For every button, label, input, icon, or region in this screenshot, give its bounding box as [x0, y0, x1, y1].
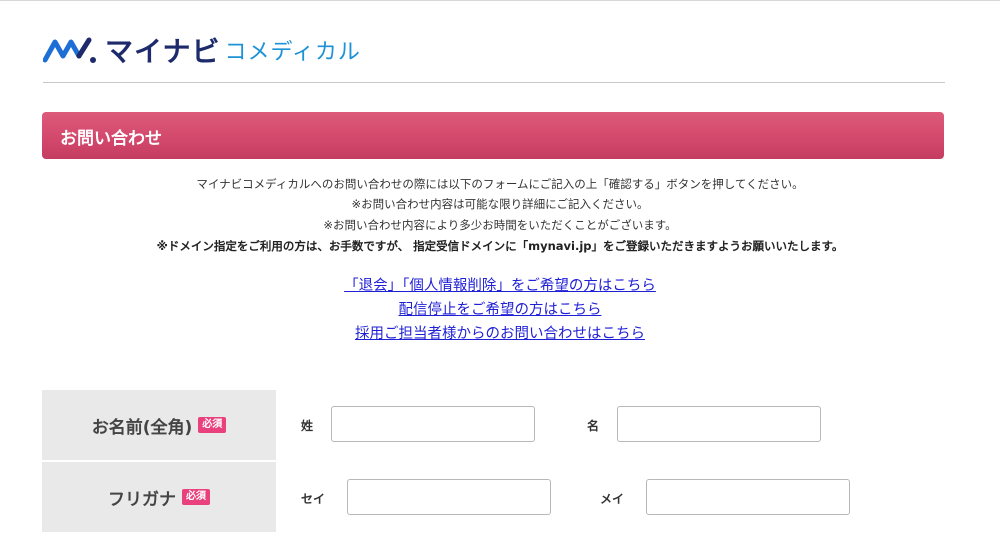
link-row-withdraw: 「退会」「個人情報削除」をご希望の方はこちら	[0, 276, 1000, 296]
site-header: マイナビ コメディカル	[43, 28, 945, 83]
page-title-banner: お問い合わせ	[42, 112, 944, 159]
recruiter-inquiry-link[interactable]: 採用ご担当者様からのお問い合わせはこちら	[355, 326, 645, 342]
withdraw-link[interactable]: 「退会」「個人情報削除」をご希望の方はこちら	[344, 278, 656, 294]
intro-line-3: ※お問い合わせ内容により多少お時間をいただくことがございます。	[323, 218, 677, 232]
top-rule	[0, 0, 1000, 1]
form-row-name: お名前(全角) 必須 姓 名	[42, 390, 962, 460]
intro-domain-notice: ※ドメイン指定をご利用の方は、お手数ですが、 指定受信ドメインに「mynavi.…	[156, 239, 844, 253]
mei-label: 名	[587, 419, 600, 433]
first-name-input[interactable]	[617, 406, 821, 442]
sei-label: 姓	[301, 419, 314, 433]
last-name-input[interactable]	[331, 406, 535, 442]
logo-sub-text: コメディカル	[224, 40, 361, 65]
page-title: お問い合わせ	[60, 129, 162, 149]
form-row-kana: フリガナ 必須 セイ メイ	[42, 462, 962, 532]
mynavi-logo-mark-icon	[43, 37, 96, 63]
unsubscribe-link[interactable]: 配信停止をご希望の方はこちら	[399, 302, 602, 318]
kana-label-text: フリガナ	[108, 489, 176, 510]
logo[interactable]: マイナビ コメディカル	[43, 30, 361, 70]
sei-kana-label: セイ	[301, 492, 326, 506]
required-badge: 必須	[182, 489, 210, 505]
link-row-unsubscribe: 配信停止をご希望の方はこちら	[0, 300, 1000, 320]
first-name-kana-input[interactable]	[646, 479, 850, 515]
last-name-kana-input[interactable]	[347, 479, 551, 515]
name-label-text: お名前(全角)	[91, 417, 193, 438]
intro-line-2: ※お問い合わせ内容は可能な限り詳細にご記入ください。	[351, 197, 649, 211]
link-row-recruiter: 採用ご担当者様からのお問い合わせはこちら	[0, 324, 1000, 344]
required-badge: 必須	[198, 417, 227, 433]
kana-field-label: フリガナ 必須	[42, 462, 276, 532]
name-field-label: お名前(全角) 必須	[42, 390, 276, 460]
logo-main-text: マイナビ	[105, 35, 221, 68]
mei-kana-label: メイ	[600, 492, 625, 506]
intro-line-1: マイナビコメディカルへのお問い合わせの際には以下のフォームにご記入の上「確認する…	[196, 177, 804, 191]
